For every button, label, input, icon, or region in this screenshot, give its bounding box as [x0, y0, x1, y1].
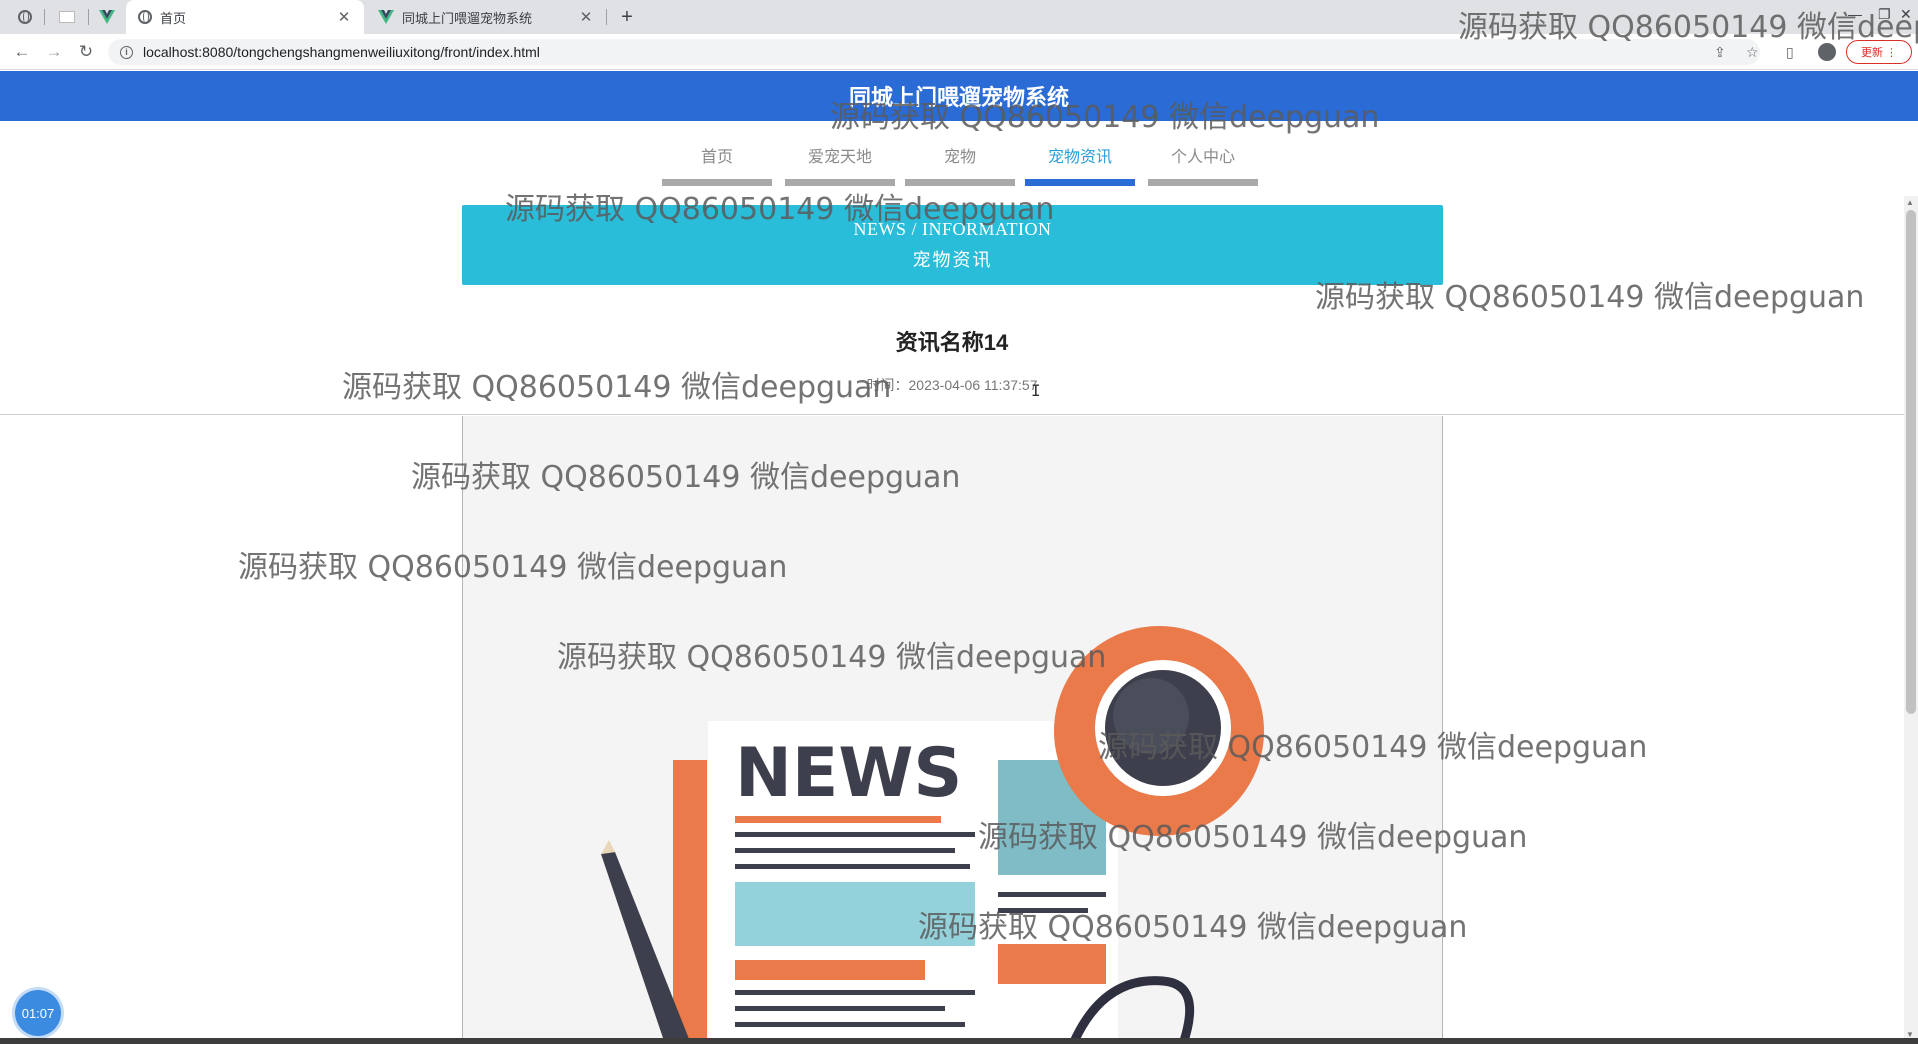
back-arrow-icon[interactable]: ←: [12, 42, 32, 62]
minimize-icon[interactable]: —: [1848, 6, 1862, 22]
nav-item-pet-news[interactable]: 宠物资讯: [1025, 143, 1135, 186]
nav-item-label: 宠物: [943, 149, 976, 166]
site-title: 同城上门喂遛宠物系统: [848, 85, 1069, 110]
reload-icon[interactable]: ↻: [76, 42, 96, 62]
vue-logo-icon: [99, 10, 115, 24]
info-icon[interactable]: i: [120, 45, 133, 59]
profile-avatar[interactable]: [1818, 43, 1836, 61]
time-value: 2023-04-06 11:37:57: [908, 377, 1038, 393]
globe-icon: [18, 10, 32, 24]
blank-page-icon: [59, 11, 75, 23]
article-time: 时间：2023-04-06 11:37:57: [0, 375, 1904, 395]
tab-home[interactable]: 首页 ✕: [126, 0, 364, 34]
nav-item-label: 爱宠天地: [807, 149, 872, 166]
pinned-tab-2[interactable]: [50, 0, 84, 34]
nav-underline: [905, 179, 1015, 186]
banner-chinese-title: 宠物资讯: [912, 250, 993, 270]
article-image: NEWS: [462, 416, 1443, 1044]
nav-item-label: 宠物资讯: [1047, 149, 1112, 166]
newspaper-illustration: NEWS: [601, 626, 1264, 1044]
text-cursor-icon: I: [1031, 381, 1041, 400]
recording-timer[interactable]: 01:07: [15, 990, 61, 1036]
restore-icon[interactable]: ❐: [1878, 6, 1891, 23]
tab-pet-system[interactable]: 同城上门喂遛宠物系统 ✕: [366, 0, 606, 34]
nav-item-pets[interactable]: 宠物: [905, 143, 1015, 186]
window-close-icon[interactable]: ✕: [1900, 6, 1912, 23]
section-banner: NEWS / INFORMATION 宠物资讯: [462, 205, 1443, 285]
divider: [0, 414, 1904, 415]
nav-item-label: 首页: [700, 149, 733, 166]
update-label: 更新: [1860, 47, 1883, 59]
url-field[interactable]: i localhost:8080/tongchengshangmenweiliu…: [108, 39, 1760, 65]
timer-text: 01:07: [21, 1005, 55, 1021]
new-tab-button[interactable]: +: [614, 4, 640, 30]
scroll-up-icon[interactable]: ▲: [1906, 198, 1914, 207]
pinned-tab-1[interactable]: [8, 0, 42, 34]
nav-item-user-center[interactable]: 个人中心: [1148, 143, 1258, 186]
nav-underline: [1025, 179, 1135, 186]
close-tab-icon[interactable]: ✕: [578, 8, 594, 26]
nav-underline: [785, 179, 895, 186]
banner-english-title: NEWS / INFORMATION: [853, 219, 1052, 239]
forward-arrow-icon[interactable]: →: [44, 42, 64, 62]
share-icon[interactable]: ⇪: [1714, 44, 1726, 61]
nav-item-home[interactable]: 首页: [662, 143, 772, 186]
time-label: 时间：: [866, 377, 909, 393]
nav-item-label: 个人中心: [1170, 149, 1235, 166]
close-tab-icon[interactable]: ✕: [336, 8, 352, 26]
bottom-strip: [0, 1038, 1918, 1044]
tab-title: 首页: [160, 10, 187, 26]
pinned-tab-3[interactable]: [90, 0, 124, 34]
bookmark-star-icon[interactable]: ☆: [1746, 44, 1759, 61]
vue-logo-icon: [378, 10, 394, 24]
address-toolbar: ← → ↻ i localhost:8080/tongchengshangmen…: [0, 34, 1918, 70]
scrollbar-thumb[interactable]: [1906, 210, 1916, 714]
article-title: 资讯名称14: [895, 330, 1009, 355]
url-text: localhost:8080/tongchengshangmenweiliuxi…: [143, 44, 540, 60]
nav-underline: [1148, 179, 1258, 186]
site-header: 同城上门喂遛宠物系统: [0, 71, 1918, 121]
newspaper-headline: NEWS: [735, 734, 962, 813]
globe-icon: [138, 10, 152, 24]
browser-tab-strip: 首页 ✕ 同城上门喂遛宠物系统 ✕ + — ❐ ✕: [0, 0, 1918, 34]
side-panel-icon[interactable]: ▯: [1786, 44, 1794, 61]
update-button[interactable]: 更新 ⋮: [1846, 40, 1912, 64]
tab-title: 同城上门喂遛宠物系统: [402, 10, 533, 26]
nav-underline: [662, 179, 772, 186]
nav-item-pet-world[interactable]: 爱宠天地: [785, 143, 895, 186]
